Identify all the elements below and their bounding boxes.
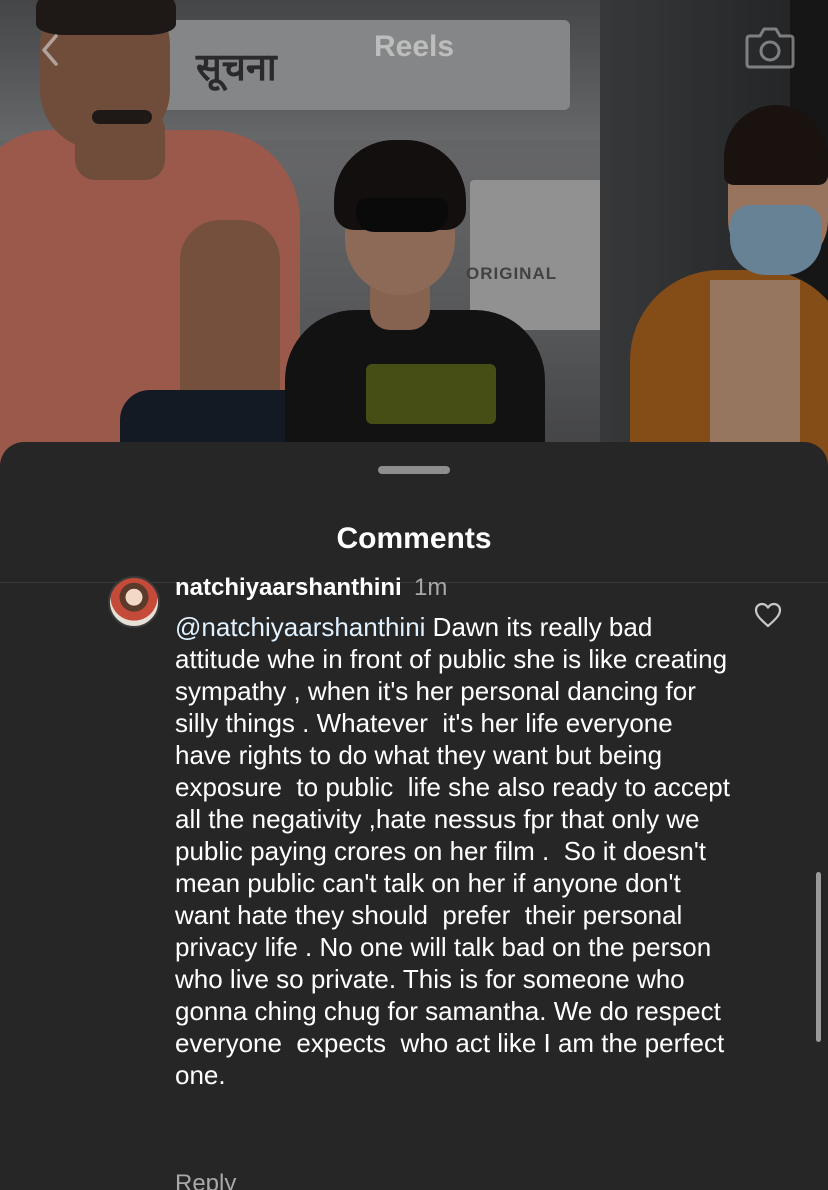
comments-title: Comments <box>336 522 492 555</box>
page-title: Reels <box>373 30 455 63</box>
camera-icon[interactable] <box>744 22 796 72</box>
reply-button[interactable]: Reply <box>175 1170 236 1190</box>
scrollbar[interactable] <box>816 872 821 1042</box>
comment-timestamp: 1m <box>414 574 448 601</box>
sheet-drag-handle[interactable] <box>378 466 450 474</box>
comment-text: @natchiyaarshanthini Dawn its really bad… <box>175 611 735 1091</box>
avatar[interactable] <box>108 576 160 628</box>
comment-body: Dawn its really bad attitude whe in fron… <box>175 612 745 1090</box>
comment-item: natchiyaarshanthini 1m @natchiyaarshanth… <box>0 568 828 1190</box>
comments-sheet: Comments natchiyaarshanthini 1m @natchiy… <box>0 442 828 1190</box>
dim-overlay <box>0 0 828 470</box>
heart-icon[interactable] <box>754 602 782 628</box>
comment-mention[interactable]: @natchiyaarshanthini <box>175 612 425 642</box>
reel-video[interactable]: सूचना ORIGINAL <box>0 0 828 470</box>
comment-username[interactable]: natchiyaarshanthini <box>175 574 402 602</box>
